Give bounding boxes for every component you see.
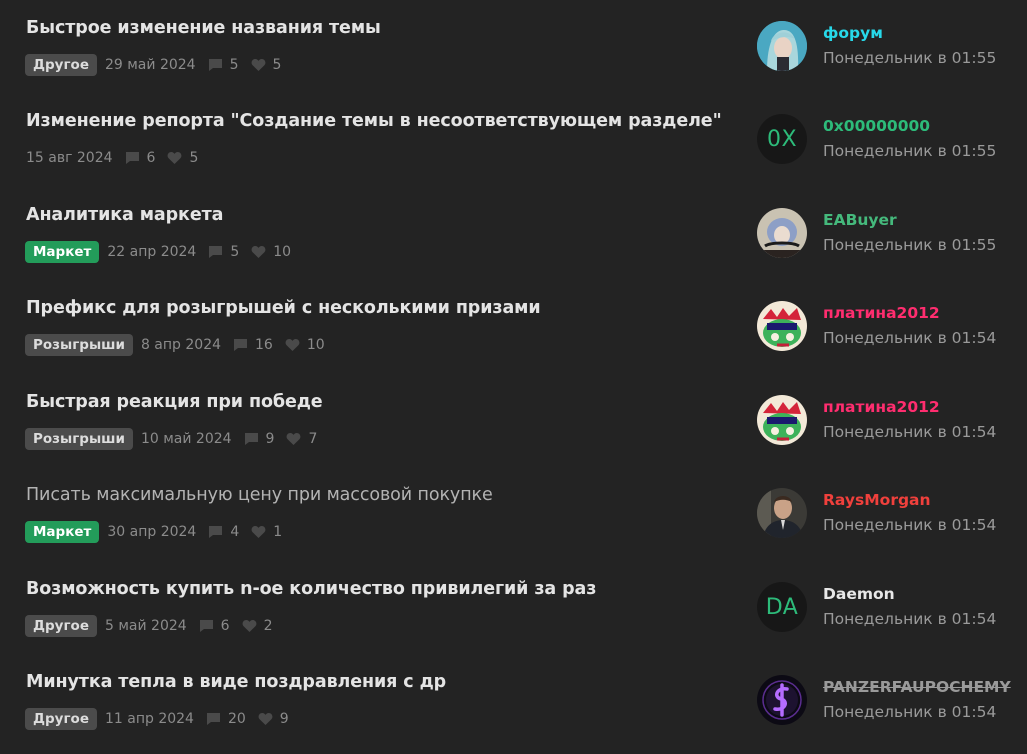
reply-count: 5 (230, 244, 240, 260)
prefix-badge[interactable]: Маркет (25, 521, 100, 543)
like-count: 10 (306, 337, 325, 353)
thread-date: 8 апр 2024 (140, 337, 222, 353)
prefix-badge[interactable]: Маркет (25, 241, 100, 263)
last-post-time[interactable]: Понедельник в 01:55 (823, 142, 996, 160)
thread-title[interactable]: Возможность купить n-ое количество приви… (26, 579, 596, 599)
user-avatar[interactable] (757, 21, 807, 71)
thread-title[interactable]: Быстрое изменение названия темы (26, 18, 381, 38)
last-post-time[interactable]: Понедельник в 01:54 (823, 329, 996, 347)
prefix-badge[interactable]: Другое (25, 615, 97, 637)
thread-meta: Розыгрыши 8 апр 2024 16 10 (25, 334, 337, 356)
thread-row: Аналитика маркета Маркет 22 апр 2024 5 1… (0, 187, 1027, 280)
thread-row: Префикс для розыгрышей с несколькими при… (0, 280, 1027, 373)
last-post-time[interactable]: Понедельник в 01:55 (823, 236, 996, 254)
like-count: 7 (308, 431, 318, 447)
comment-icon (199, 619, 214, 633)
thread-meta: Другое 5 май 2024 6 2 (25, 615, 285, 637)
prefix-badge[interactable]: Розыгрыши (25, 428, 133, 450)
thread-date: 22 апр 2024 (107, 244, 197, 260)
heart-icon (258, 712, 273, 726)
thread-meta: Другое 11 апр 2024 20 9 (25, 708, 301, 730)
thread-title[interactable]: Писать максимальную цену при массовой по… (26, 485, 493, 505)
thread-date: 29 май 2024 (104, 57, 196, 73)
user-avatar[interactable] (757, 488, 807, 538)
thread-row: Минутка тепла в виде поздравления с др Д… (0, 654, 1027, 747)
thread-date: 15 авг 2024 (26, 150, 113, 166)
last-poster-name[interactable]: PANZERFAUPOCHEMY (823, 678, 1011, 696)
like-count: 5 (272, 57, 282, 73)
reply-count: 9 (265, 431, 275, 447)
like-count: 2 (263, 618, 273, 634)
thread-row: Возможность купить n-ое количество приви… (0, 561, 1027, 654)
heart-icon (286, 432, 301, 446)
heart-icon (251, 245, 266, 259)
thread-meta: Маркет 22 апр 2024 5 10 (25, 241, 303, 263)
user-avatar[interactable]: DA (757, 582, 807, 632)
last-poster-name[interactable]: форум (823, 24, 883, 42)
like-count: 1 (273, 524, 283, 540)
thread-meta: Розыгрыши 10 май 2024 9 7 (25, 428, 329, 450)
comment-icon (244, 432, 259, 446)
thread-title[interactable]: Изменение репорта "Создание темы в несоо… (26, 111, 722, 131)
heart-icon (251, 525, 266, 539)
reply-count: 6 (220, 618, 230, 634)
comment-icon (206, 712, 221, 726)
reply-count: 6 (146, 150, 156, 166)
thread-row: Быстрое изменение названия темы Другое 2… (0, 0, 1027, 93)
prefix-badge[interactable]: Другое (25, 54, 97, 76)
thread-title[interactable]: Префикс для розыгрышей с несколькими при… (26, 298, 541, 318)
last-post-time[interactable]: Понедельник в 01:54 (823, 516, 996, 534)
thread-list: Быстрое изменение названия темы Другое 2… (0, 0, 1027, 754)
thread-meta: Другое 29 май 2024 5 5 (25, 54, 293, 76)
last-post-time[interactable]: Понедельник в 01:55 (823, 49, 996, 67)
last-poster-name[interactable]: RaysMorgan (823, 491, 931, 509)
user-avatar[interactable] (757, 208, 807, 258)
reply-count: 4 (230, 524, 240, 540)
thread-date: 10 май 2024 (140, 431, 232, 447)
heart-icon (251, 58, 266, 72)
like-count: 9 (279, 711, 289, 727)
last-post-time[interactable]: Понедельник в 01:54 (823, 703, 996, 721)
comment-icon (208, 245, 223, 259)
like-count: 10 (273, 244, 292, 260)
user-avatar[interactable]: 0X (757, 114, 807, 164)
user-avatar[interactable] (757, 301, 807, 351)
heart-icon (285, 338, 300, 352)
thread-meta: Маркет 30 апр 2024 4 1 (25, 521, 294, 543)
like-count: 5 (189, 150, 199, 166)
heart-icon (242, 619, 257, 633)
user-avatar[interactable] (757, 395, 807, 445)
comment-icon (233, 338, 248, 352)
user-avatar[interactable] (757, 675, 807, 725)
thread-row: Изменение репорта "Создание темы в несоо… (0, 93, 1027, 186)
last-poster-name[interactable]: платина2012 (823, 304, 940, 322)
last-poster-name[interactable]: Daemon (823, 585, 895, 603)
last-poster-name[interactable]: EABuyer (823, 211, 897, 229)
last-poster-name[interactable]: платина2012 (823, 398, 940, 416)
comment-icon (208, 58, 223, 72)
reply-count: 20 (227, 711, 246, 727)
heart-icon (167, 151, 182, 165)
thread-title[interactable]: Аналитика маркета (26, 205, 223, 225)
comment-icon (208, 525, 223, 539)
thread-meta: 15 авг 2024 6 5 (26, 147, 210, 169)
comment-icon (125, 151, 140, 165)
reply-count: 16 (255, 337, 273, 353)
thread-date: 30 апр 2024 (107, 524, 197, 540)
prefix-badge[interactable]: Другое (25, 708, 97, 730)
thread-row: Быстрая реакция при победе Розыгрыши 10 … (0, 374, 1027, 467)
thread-row: Писать максимальную цену при массовой по… (0, 467, 1027, 560)
thread-date: 5 май 2024 (104, 618, 187, 634)
thread-title[interactable]: Минутка тепла в виде поздравления с др (26, 672, 446, 692)
last-post-time[interactable]: Понедельник в 01:54 (823, 610, 996, 628)
reply-count: 5 (229, 57, 239, 73)
last-poster-name[interactable]: 0x00000000 (823, 117, 930, 135)
prefix-badge[interactable]: Розыгрыши (25, 334, 133, 356)
last-post-time[interactable]: Понедельник в 01:54 (823, 423, 996, 441)
thread-title[interactable]: Быстрая реакция при победе (26, 392, 323, 412)
thread-date: 11 апр 2024 (104, 711, 194, 727)
